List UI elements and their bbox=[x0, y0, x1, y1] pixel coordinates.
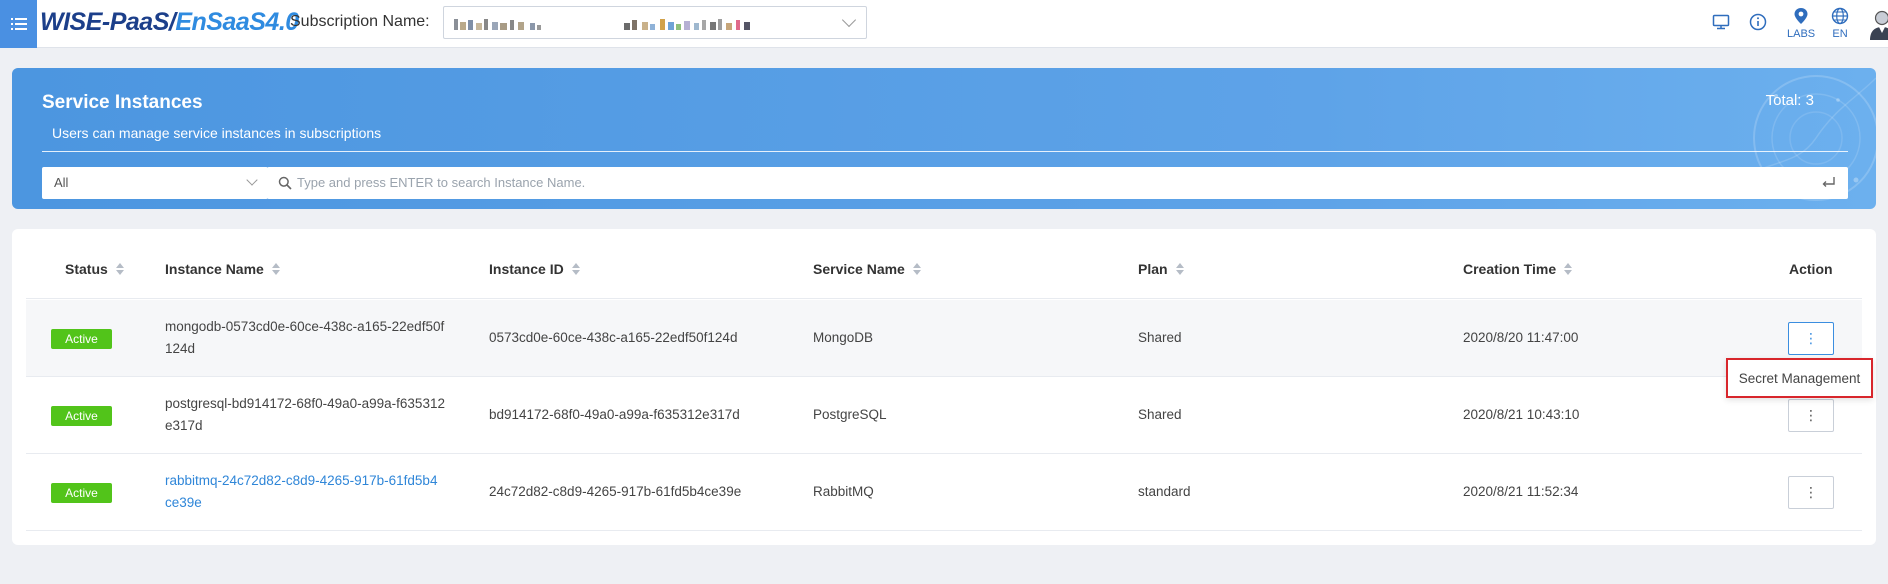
instance-name-line2[interactable]: ce39e bbox=[165, 492, 437, 514]
service-name: MongoDB bbox=[813, 330, 874, 345]
sort-icon[interactable] bbox=[571, 263, 580, 275]
column-creation-time[interactable]: Creation Time bbox=[1463, 261, 1573, 277]
table-row: Active rabbitmq-24c72d82-c8d9-4265-917b-… bbox=[26, 454, 1862, 531]
page-title: Service Instances bbox=[42, 92, 203, 113]
instance-name-line1: postgresql-bd914172-68f0-49a0-a99a-f6353… bbox=[165, 396, 445, 411]
column-label: Action bbox=[1789, 261, 1833, 277]
user-avatar-button[interactable] bbox=[1868, 8, 1888, 40]
column-plan[interactable]: Plan bbox=[1138, 261, 1184, 277]
instance-name: postgresql-bd914172-68f0-49a0-a99a-f6353… bbox=[165, 393, 445, 437]
plan: Shared bbox=[1138, 330, 1182, 345]
top-bar: WISE-PaaS/EnSaaS4.0 Subscription Name: L… bbox=[0, 0, 1888, 48]
user-avatar-icon bbox=[1870, 10, 1888, 40]
column-label: Instance ID bbox=[489, 261, 564, 277]
search-icon bbox=[278, 176, 292, 190]
column-label: Plan bbox=[1138, 261, 1168, 277]
service-name: RabbitMQ bbox=[813, 484, 874, 499]
language-label: EN bbox=[1832, 28, 1848, 40]
creation-time: 2020/8/20 11:47:00 bbox=[1463, 330, 1579, 345]
logo-part2: EnSaaS4.0 bbox=[175, 8, 299, 36]
app-logo[interactable]: WISE-PaaS/EnSaaS4.0 bbox=[40, 8, 299, 37]
sort-icon[interactable] bbox=[1564, 263, 1573, 275]
status-badge: Active bbox=[51, 483, 112, 503]
instance-name: mongodb-0573cd0e-60ce-438c-a165-22edf50f… bbox=[165, 316, 444, 360]
instance-id: 24c72d82-c8d9-4265-917b-61fd5b4ce39e bbox=[489, 484, 742, 499]
column-action: Action bbox=[1789, 261, 1833, 277]
labs-button[interactable]: LABS bbox=[1787, 7, 1815, 40]
page-description: Users can manage service instances in su… bbox=[52, 125, 382, 141]
status-filter-select[interactable]: All bbox=[42, 167, 268, 199]
instance-id: bd914172-68f0-49a0-a99a-f635312e317d bbox=[489, 407, 740, 422]
sort-icon[interactable] bbox=[115, 263, 124, 275]
banner-divider bbox=[42, 151, 1848, 152]
total-count: Total: 3 bbox=[1765, 92, 1814, 109]
creation-time: 2020/8/21 11:52:34 bbox=[1463, 484, 1579, 499]
sort-icon[interactable] bbox=[1175, 263, 1184, 275]
action-menu-button[interactable]: ⋮ bbox=[1788, 322, 1834, 355]
language-button[interactable]: EN bbox=[1831, 7, 1849, 40]
info-button[interactable] bbox=[1749, 13, 1767, 31]
action-menu-button[interactable]: ⋮ bbox=[1788, 399, 1834, 432]
column-label: Instance Name bbox=[165, 261, 264, 277]
instance-name-line1[interactable]: rabbitmq-24c72d82-c8d9-4265-917b-61fd5b4 bbox=[165, 470, 437, 492]
enter-key-icon bbox=[1822, 177, 1835, 187]
secret-management-menu-item[interactable]: Secret Management bbox=[1726, 358, 1873, 398]
instance-name-line1: mongodb-0573cd0e-60ce-438c-a165-22edf50f bbox=[165, 319, 445, 334]
instance-name-link[interactable]: rabbitmq-24c72d82-c8d9-4265-917b-61fd5b4… bbox=[165, 470, 437, 514]
labs-label: LABS bbox=[1787, 28, 1816, 40]
table-row: Active postgresql-bd914172-68f0-49a0-a99… bbox=[26, 377, 1862, 454]
table-row: Active mongodb-0573cd0e-60ce-438c-a165-2… bbox=[26, 300, 1862, 377]
menu-button[interactable] bbox=[0, 0, 37, 48]
table-header: Status Instance Name Instance ID Service… bbox=[26, 243, 1862, 299]
redacted-name-image bbox=[454, 19, 750, 30]
action-menu-button[interactable]: ⋮ bbox=[1788, 476, 1834, 509]
status-badge: Active bbox=[51, 329, 112, 349]
sort-icon[interactable] bbox=[912, 263, 921, 275]
plan: standard bbox=[1138, 484, 1191, 499]
logo-part1: WISE-PaaS/ bbox=[40, 8, 176, 36]
column-label: Service Name bbox=[813, 261, 905, 277]
chevron-down-icon bbox=[841, 12, 857, 28]
monitor-icon bbox=[1712, 14, 1730, 30]
plan: Shared bbox=[1138, 407, 1182, 422]
menu-icon bbox=[10, 18, 27, 30]
location-pin-icon bbox=[1794, 8, 1808, 24]
service-name: PostgreSQL bbox=[813, 407, 887, 422]
subscription-label: Subscription Name: bbox=[290, 13, 430, 30]
subscription-select[interactable] bbox=[443, 6, 867, 39]
instance-id: 0573cd0e-60ce-438c-a165-22edf50f124d bbox=[489, 330, 738, 345]
service-instances-banner: Service Instances Users can manage servi… bbox=[12, 68, 1876, 209]
chevron-down-icon bbox=[246, 174, 258, 186]
column-status[interactable]: Status bbox=[65, 261, 124, 277]
creation-time: 2020/8/21 10:43:10 bbox=[1463, 407, 1580, 422]
instances-table: Status Instance Name Instance ID Service… bbox=[12, 229, 1876, 545]
column-label: Status bbox=[65, 261, 108, 277]
instance-name-line2: e317d bbox=[165, 418, 203, 433]
column-label: Creation Time bbox=[1463, 261, 1557, 277]
status-badge: Active bbox=[51, 406, 112, 426]
search-placeholder: Type and press ENTER to search Instance … bbox=[297, 175, 586, 190]
monitor-button[interactable] bbox=[1712, 14, 1730, 30]
column-instance-id[interactable]: Instance ID bbox=[489, 261, 580, 277]
status-filter-value: All bbox=[54, 175, 69, 190]
instance-search-input[interactable]: Type and press ENTER to search Instance … bbox=[267, 167, 1848, 199]
instance-name-line2: 124d bbox=[165, 341, 196, 356]
column-service-name[interactable]: Service Name bbox=[813, 261, 921, 277]
globe-icon bbox=[1831, 7, 1849, 25]
info-icon bbox=[1749, 13, 1767, 31]
sort-icon[interactable] bbox=[271, 263, 280, 275]
column-instance-name[interactable]: Instance Name bbox=[165, 261, 280, 277]
